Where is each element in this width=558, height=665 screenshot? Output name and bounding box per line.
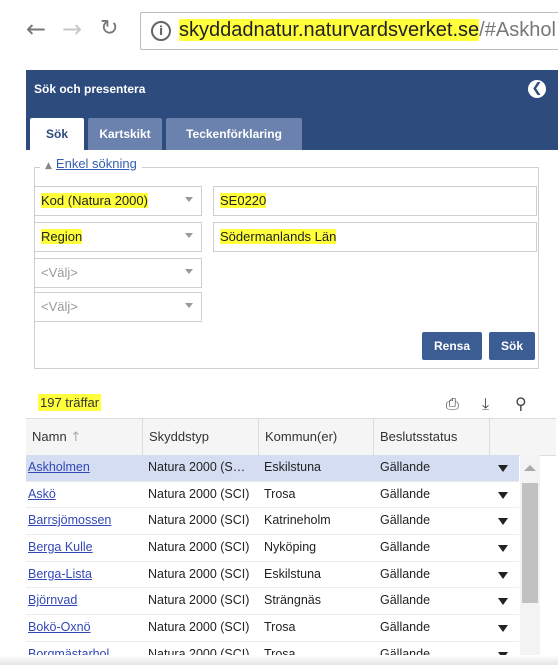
cell-municipality: Katrineholm (264, 513, 331, 528)
column-header-label: Namn (32, 429, 67, 444)
back-arrow-icon[interactable]: ← (26, 14, 46, 44)
cell-decision-status: Gällande (380, 566, 431, 581)
cell-decision-status: Gällande (380, 593, 431, 608)
cell-municipality: Nyköping (264, 540, 317, 555)
url-text: skyddadnatur.naturvardsverket.se/#Askhol (179, 19, 556, 42)
search-icon[interactable]: ⚲ (515, 394, 527, 413)
browser-address-bar: ← → ↻ i skyddadnatur.naturvardsverket.se… (0, 0, 558, 60)
table-row[interactable]: Björnvad Natura 2000 (SCI) Strängnäs Gällan… (26, 588, 519, 616)
criteria-select-placeholder: <Välj> (41, 299, 78, 314)
search-panel: ▲ Enkel sökning Kod (Natura 2000) SE0220 … (26, 150, 556, 372)
cell-municipality: Strängnäs (264, 593, 321, 608)
tab-search[interactable]: Sök (30, 118, 84, 150)
area-name-link[interactable]: Berga-Lista (28, 567, 138, 581)
collapse-panel-icon[interactable]: ❮ (528, 80, 546, 98)
cell-protection-type: Natura 2000 (SCI) (148, 593, 250, 608)
row-menu-caret-icon[interactable] (498, 518, 508, 526)
app-title: Sök och presentera (34, 82, 146, 96)
criteria-select-3[interactable]: <Välj> (34, 258, 202, 288)
cell-decision-status: Gällande (380, 460, 431, 474)
cell-protection-type: Natura 2000 (SCI) (148, 620, 250, 635)
table-scrollbar[interactable] (520, 455, 540, 658)
criteria-select-value: Kod (Natura 2000) (41, 193, 148, 208)
column-header-type[interactable]: Skyddstyp (143, 419, 259, 455)
table-row[interactable]: Bokö-Oxnö Natura 2000 (SCI) Trosa Gällande (26, 615, 519, 642)
cell-decision-status: Gällande (380, 486, 431, 501)
cell-decision-status: Gällande (380, 620, 431, 635)
criteria-value-text: Södermanlands Län (220, 229, 337, 244)
column-header-status[interactable]: Beslutsstatus (374, 419, 490, 455)
cell-municipality: Trosa (264, 620, 296, 635)
app-header: Sök och presentera ❮ (26, 70, 558, 110)
scroll-thumb[interactable] (522, 483, 538, 603)
page-bottom-edge (0, 655, 558, 665)
area-name-link[interactable]: Björnvad (28, 593, 138, 607)
table-row[interactable]: Askholmen Natura 2000 (S… Eskilstuna Gällan… (26, 455, 519, 482)
cell-decision-status: Gällande (380, 540, 431, 555)
url-domain: skyddadnatur.naturvardsverket.se (179, 19, 480, 41)
print-icon[interactable]: ⎙ (446, 394, 459, 414)
cell-municipality: Eskilstuna (264, 460, 321, 474)
tab-legend[interactable]: Teckenförklaring (166, 118, 302, 150)
criteria-select-placeholder: <Välj> (41, 265, 78, 280)
column-header-municipality[interactable]: Kommun(er) (259, 419, 374, 455)
simple-search-toggle[interactable]: ▲ Enkel sökning (40, 156, 142, 171)
chevron-down-icon (185, 197, 193, 202)
scroll-up-arrow-icon[interactable] (524, 465, 536, 471)
area-name-link[interactable]: Askö (28, 487, 138, 501)
cell-protection-type: Natura 2000 (SCI) (148, 566, 250, 581)
cell-decision-status: Gällande (380, 513, 431, 528)
cell-municipality: Eskilstuna (264, 566, 321, 581)
table-row[interactable]: Berga-Lista Natura 2000 (SCI) Eskilstuna Gä… (26, 562, 519, 589)
area-name-link[interactable]: Bokö-Oxnö (28, 620, 138, 634)
clear-button[interactable]: Rensa (422, 332, 482, 360)
criteria-select-4[interactable]: <Välj> (34, 292, 202, 322)
download-icon[interactable]: ⤓ (482, 394, 489, 414)
tab-bar: Sök Kartskikt Teckenförklaring (26, 110, 558, 150)
search-button[interactable]: Sök (489, 332, 535, 360)
area-name-link[interactable]: Askholmen (28, 460, 138, 474)
table-header: Namn ↑ Skyddstyp Kommun(er) Beslutsstatu… (26, 418, 556, 456)
cell-protection-type: Natura 2000 (S… (148, 460, 246, 474)
table-row[interactable]: Berga Kulle Natura 2000 (SCI) Nyköping Gäll… (26, 535, 519, 562)
row-menu-caret-icon[interactable] (498, 598, 508, 606)
row-menu-caret-icon[interactable] (498, 491, 508, 499)
row-menu-caret-icon[interactable] (498, 571, 508, 579)
table-row[interactable]: Askö Natura 2000 (SCI) Trosa Gällande (26, 482, 519, 509)
reload-icon[interactable]: ↻ (100, 14, 118, 44)
cell-municipality: Trosa (264, 486, 296, 501)
chevron-down-icon (185, 269, 193, 274)
criteria-select-1[interactable]: Kod (Natura 2000) (34, 186, 202, 216)
table-body: Askholmen Natura 2000 (S… Eskilstuna Gällan… (26, 455, 519, 658)
url-field[interactable]: i skyddadnatur.naturvardsverket.se/#Askh… (140, 12, 558, 50)
chevron-down-icon (185, 303, 193, 308)
url-path: /#Askhol (479, 19, 556, 41)
row-menu-caret-icon[interactable] (498, 545, 508, 553)
column-header-name[interactable]: Namn ↑ (26, 419, 143, 455)
criteria-select-value: Region (41, 229, 83, 244)
criteria-value-field-1[interactable]: SE0220 (213, 186, 537, 216)
chevron-down-icon (185, 233, 193, 238)
table-row[interactable]: Barrsjömossen Natura 2000 (SCI) Katrinehol… (26, 508, 519, 536)
result-count: 197 träffar (38, 394, 102, 411)
info-icon[interactable]: i (151, 21, 171, 41)
sort-asc-icon: ↑ (70, 430, 82, 445)
row-menu-caret-icon[interactable] (498, 625, 508, 633)
cell-protection-type: Natura 2000 (SCI) (148, 513, 250, 528)
criteria-value-text: SE0220 (220, 193, 267, 208)
cell-protection-type: Natura 2000 (SCI) (148, 486, 250, 501)
criteria-select-2[interactable]: Region (34, 222, 202, 252)
column-header-actions (490, 419, 556, 455)
cell-protection-type: Natura 2000 (SCI) (148, 540, 250, 555)
criteria-value-field-2[interactable]: Södermanlands Län (213, 222, 537, 252)
row-menu-caret-icon[interactable] (498, 465, 508, 472)
simple-search-label: Enkel sökning (55, 156, 137, 171)
area-name-link[interactable]: Barrsjömossen (28, 513, 138, 527)
results-table: Namn ↑ Skyddstyp Kommun(er) Beslutsstatu… (26, 418, 556, 658)
area-name-link[interactable]: Berga Kulle (28, 540, 138, 554)
collapse-triangle-icon: ▲ (45, 161, 52, 171)
tab-map-layers[interactable]: Kartskikt (88, 118, 162, 150)
forward-arrow-icon[interactable]: → (62, 14, 82, 44)
